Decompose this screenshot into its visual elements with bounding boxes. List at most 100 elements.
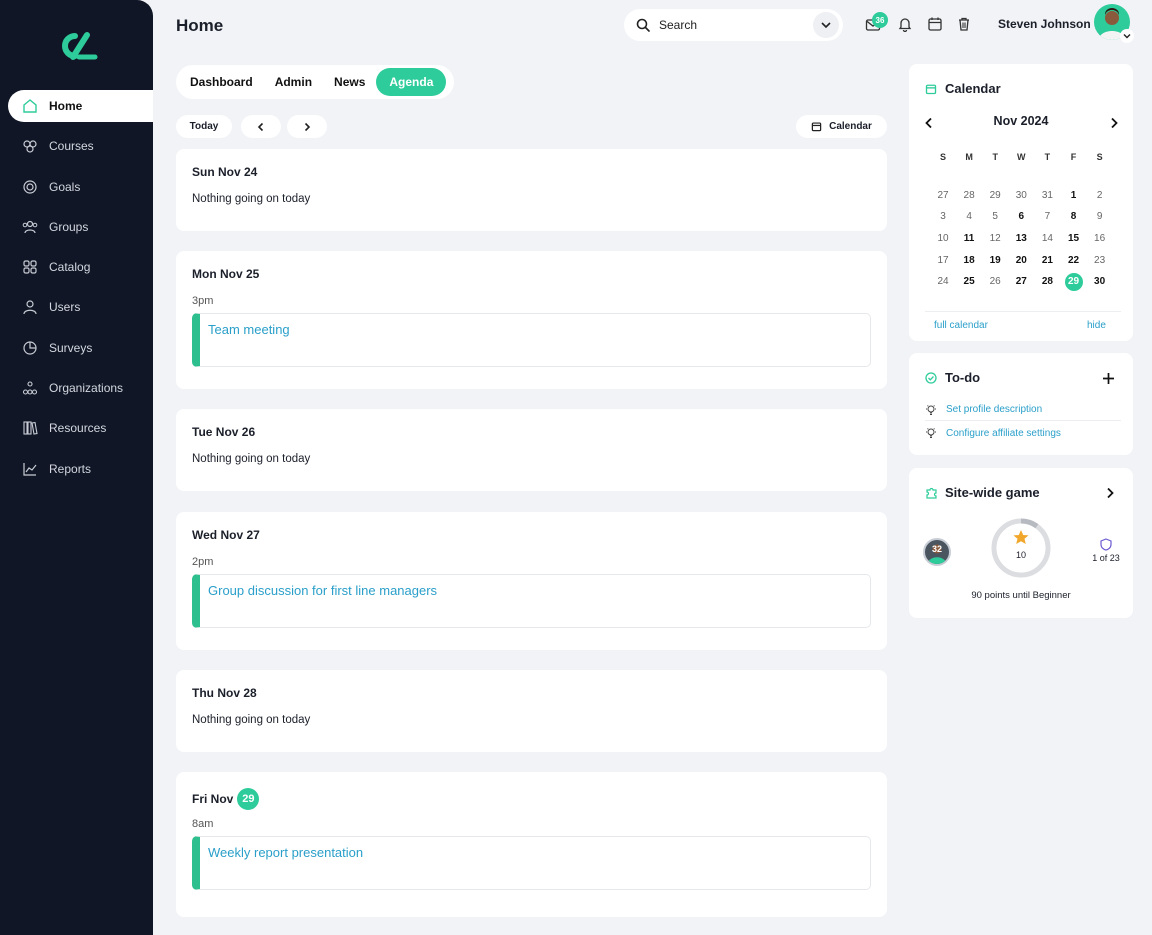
sidebar-item-courses[interactable]: Courses [0,130,153,162]
event-item[interactable]: Group discussion for first line managers [192,574,871,628]
avatar-level: 32 [931,544,942,554]
calendar-day[interactable]: 30 [1010,186,1032,204]
trash-icon[interactable] [956,16,972,32]
lightbulb-icon [925,404,937,416]
calendar-day[interactable]: 9 [1089,208,1111,226]
progress-text: 90 points until Beginner [971,590,1071,601]
tab-agenda[interactable]: Agenda [376,68,447,96]
sidebar-item-organizations[interactable]: Organizations [0,372,153,404]
weekday-label: S [1096,152,1103,162]
search-dropdown-button[interactable] [813,12,839,38]
sidebar-item-goals[interactable]: Goals [0,171,153,203]
calendar-day[interactable]: 31 [1036,186,1058,204]
calendar-title: Calendar [945,81,1001,96]
calendar-day[interactable]: 28 [958,186,980,204]
day-title: Tue Nov 26 [192,425,256,439]
event-time: 8am [192,818,214,830]
calendar-day[interactable]: 1 [1063,186,1085,204]
lightbulb-icon [925,427,937,439]
search-placeholder: Search [659,18,698,32]
sidebar-item-reports[interactable]: Reports [0,453,153,485]
bell-icon[interactable] [897,16,913,32]
calendar-day[interactable]: 30 [1089,273,1111,291]
sidebar-item-label: Goals [49,179,81,194]
agenda-day-card: Fri Nov 29 8am Weekly report presentatio… [176,772,887,917]
day-title: Fri Nov [192,792,234,806]
open-game-button[interactable] [1104,487,1116,499]
event-item[interactable]: Team meeting [192,313,871,367]
search-input[interactable]: Search [624,9,843,41]
calendar-day[interactable]: 5 [984,208,1006,226]
calendar-day[interactable]: 25 [958,273,980,291]
game-widget: Site-wide game 32 10 1 of 23 90 points u… [909,468,1133,618]
next-day-button[interactable] [287,115,327,138]
calendar-day[interactable]: 11 [958,229,980,247]
chart-icon [22,461,38,477]
tab-dashboard[interactable]: Dashboard [179,68,264,96]
divider [925,311,1121,312]
calendar-day[interactable]: 29 [984,186,1006,204]
calendar-day[interactable]: 26 [984,273,1006,291]
calendar-day[interactable]: 16 [1089,229,1111,247]
calendar-day[interactable]: 6 [1010,208,1032,226]
brand-logo[interactable] [55,31,99,61]
sidebar-item-catalog[interactable]: Catalog [0,251,153,283]
tab-admin[interactable]: Admin [264,68,323,96]
todo-item-label: Set profile description [946,404,1043,415]
sidebar-item-label: Reports [49,461,92,476]
add-todo-button[interactable] [1102,372,1115,385]
calendar-day[interactable]: 24 [932,273,954,291]
calendar-day[interactable]: 13 [1010,229,1032,247]
calendar-day[interactable]: 27 [1010,273,1032,291]
calendar-day[interactable]: 14 [1036,229,1058,247]
hide-calendar-link[interactable]: hide [1087,320,1106,331]
calendar-day[interactable]: 12 [984,229,1006,247]
day-title-row: Fri Nov 29 [192,788,871,810]
calendar-day[interactable]: 28 [1036,273,1058,291]
calendar-day[interactable]: 10 [932,229,954,247]
sidebar-item-surveys[interactable]: Surveys [0,332,153,364]
chevron-down-icon [1123,34,1131,39]
progress-ring [991,518,1051,578]
calendar-icon[interactable] [927,16,943,32]
todo-item[interactable]: Configure affiliate settings [925,422,1121,444]
today-button[interactable]: Today [176,115,232,138]
calendar-day[interactable]: 7 [1036,208,1058,226]
todo-item[interactable]: Set profile description [925,399,1121,421]
sidebar-item-users[interactable]: Users [0,291,153,323]
day-title: Sun Nov 24 [192,165,258,179]
calendar-day[interactable]: 2 [1089,186,1111,204]
prev-day-button[interactable] [241,115,281,138]
sidebar-item-resources[interactable]: Resources [0,412,153,444]
chevron-right-icon [304,122,311,131]
calendar-day[interactable]: 19 [984,251,1006,269]
event-item[interactable]: Weekly report presentation [192,836,871,890]
calendar-day[interactable]: 4 [958,208,980,226]
user-menu-button[interactable] [1120,29,1134,43]
calendar-day[interactable]: 29 [1064,272,1083,291]
calendar-day[interactable]: 27 [932,186,954,204]
sidebar-item-home[interactable]: Home [8,90,153,122]
calendar-day[interactable]: 8 [1063,208,1085,226]
calendar-day[interactable]: 15 [1063,229,1085,247]
sidebar-item-label: Groups [49,219,89,234]
calendar-view-button[interactable]: Calendar [796,115,887,138]
sidebar-item-label: Catalog [49,260,91,275]
user-name[interactable]: Steven Johnson [998,17,1091,31]
calendar-day[interactable]: 21 [1036,251,1058,269]
tab-news[interactable]: News [323,68,376,96]
weekday-label: M [965,152,973,162]
full-calendar-link[interactable]: full calendar [934,320,988,331]
calendar-day[interactable]: 22 [1063,251,1085,269]
sidebar: Home Courses Goals Groups Catalog Users … [0,0,153,935]
calendar-day[interactable]: 17 [932,251,954,269]
agenda-day-card: Wed Nov 27 2pm Group discussion for firs… [176,512,887,650]
sidebar-item-groups[interactable]: Groups [0,211,153,243]
calendar-day[interactable]: 3 [932,208,954,226]
groups-icon [22,219,38,235]
calendar-day[interactable]: 23 [1089,251,1111,269]
day-empty-note: Nothing going on today [192,453,311,465]
next-month-button[interactable] [1108,117,1120,129]
calendar-day[interactable]: 18 [958,251,980,269]
calendar-day[interactable]: 20 [1010,251,1032,269]
